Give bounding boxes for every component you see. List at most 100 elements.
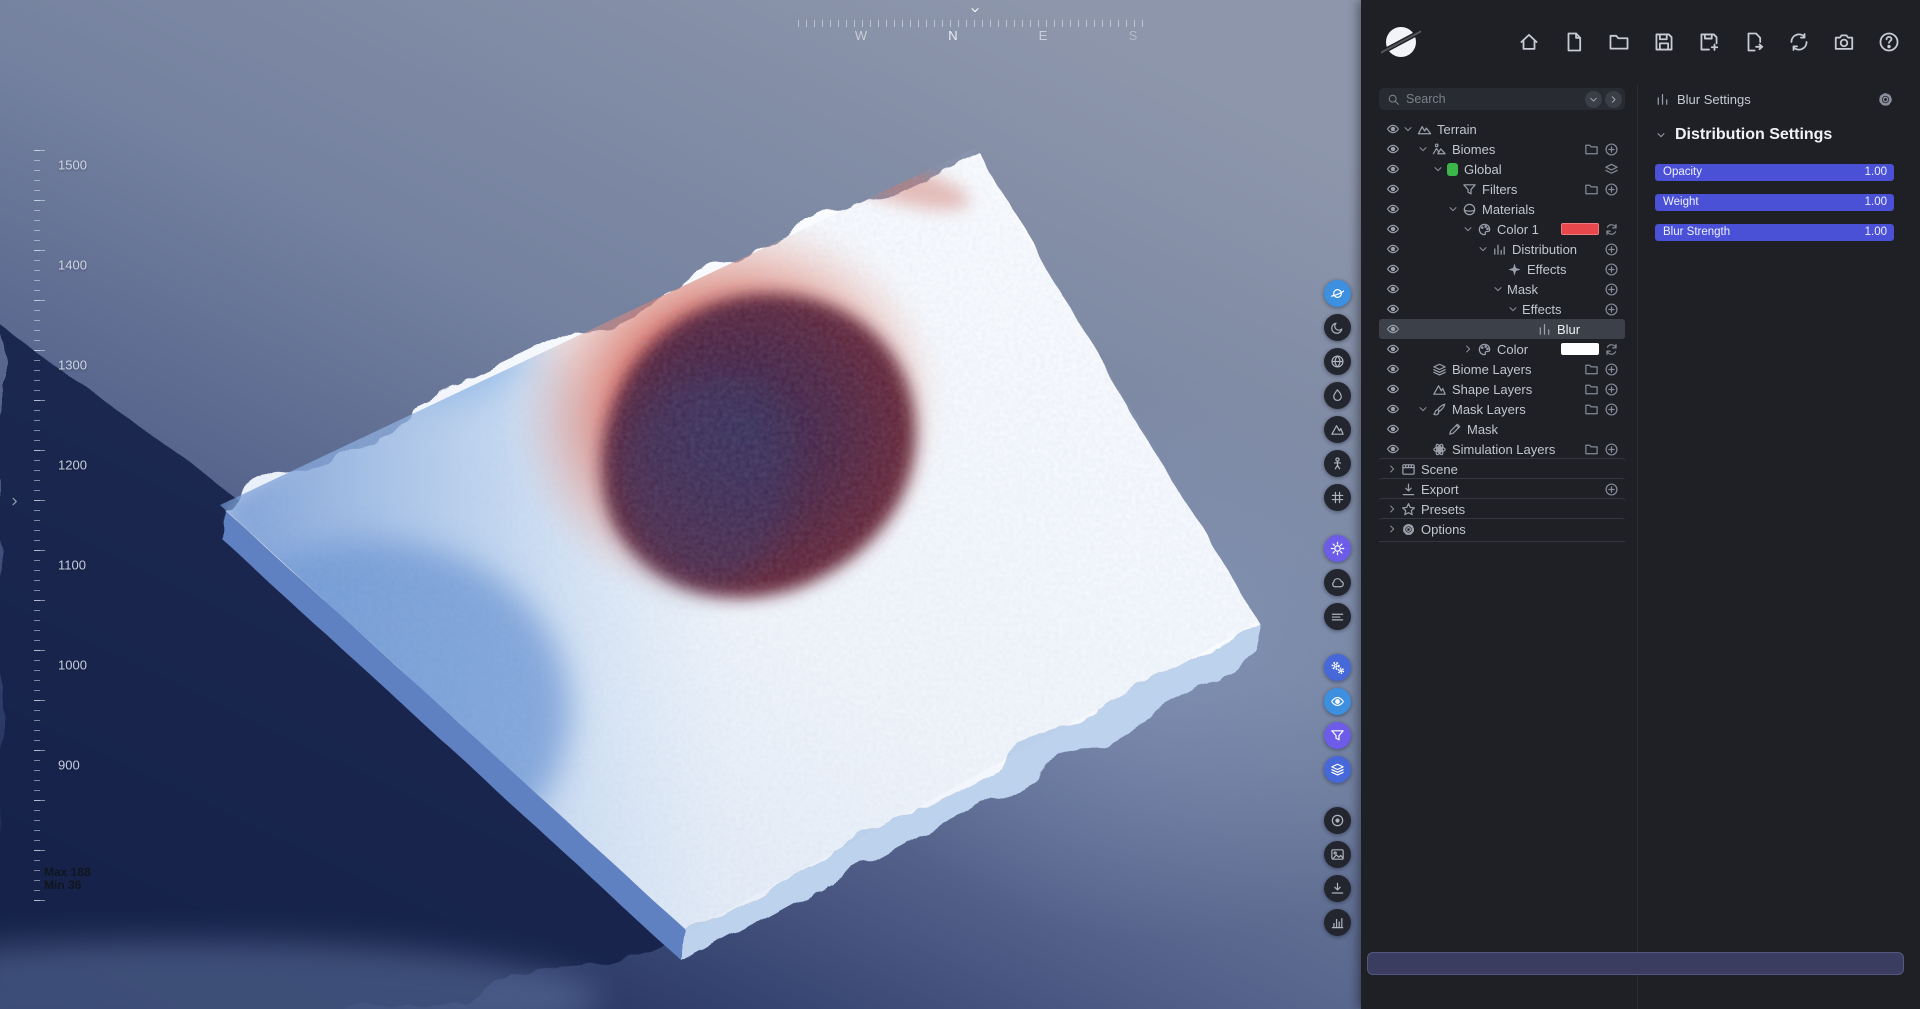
- chevron-down-icon[interactable]: [1462, 223, 1477, 236]
- tree-row-scene[interactable]: Scene: [1379, 459, 1625, 479]
- visibility-eye-icon[interactable]: [1386, 322, 1400, 336]
- blur-strength-slider[interactable]: Blur Strength 1.00: [1655, 224, 1894, 241]
- visibility-eye-icon[interactable]: [1386, 242, 1400, 256]
- home-button[interactable]: [1518, 31, 1540, 53]
- search-input[interactable]: [1406, 92, 1582, 106]
- reload-button[interactable]: [1788, 31, 1810, 53]
- tree-row-filters[interactable]: Filters: [1379, 179, 1625, 199]
- chevron-right-icon[interactable]: [1386, 463, 1401, 476]
- tree-row-effects[interactable]: Effects: [1379, 299, 1625, 319]
- toggle-filter-button[interactable]: [1324, 722, 1351, 749]
- save-project-as-button[interactable]: [1698, 31, 1720, 53]
- collapse-all-button[interactable]: [1585, 90, 1602, 108]
- toggle-layers-button[interactable]: [1324, 756, 1351, 783]
- tree-row-biome-layers[interactable]: Biome Layers: [1379, 359, 1625, 379]
- visibility-eye-icon[interactable]: [1386, 442, 1400, 456]
- toggle-processing-button[interactable]: [1324, 654, 1351, 681]
- tree-row-options[interactable]: Options: [1379, 519, 1625, 539]
- toggle-fog-button[interactable]: [1324, 603, 1351, 630]
- save-project-button[interactable]: [1653, 31, 1675, 53]
- folder-icon[interactable]: [1584, 182, 1599, 197]
- export-project-button[interactable]: [1743, 31, 1765, 53]
- view-water-button[interactable]: [1324, 382, 1351, 409]
- visibility-eye-icon[interactable]: [1386, 302, 1400, 316]
- capture-image-button[interactable]: [1324, 841, 1351, 868]
- chevron-down-icon[interactable]: [1417, 403, 1432, 416]
- section-distribution-settings[interactable]: Distribution Settings: [1655, 126, 1894, 144]
- opacity-slider[interactable]: Opacity 1.00: [1655, 164, 1894, 181]
- new-project-button[interactable]: [1563, 31, 1585, 53]
- plus-circle-icon[interactable]: [1604, 362, 1619, 377]
- tree-row-effects[interactable]: Effects: [1379, 259, 1625, 279]
- view-histogram-button[interactable]: [1324, 909, 1351, 936]
- visibility-eye-icon[interactable]: [1386, 262, 1400, 276]
- download-view-button[interactable]: [1324, 875, 1351, 902]
- view-character-button[interactable]: [1324, 450, 1351, 477]
- visibility-eye-icon[interactable]: [1386, 282, 1400, 296]
- view-shade-button[interactable]: [1324, 314, 1351, 341]
- tree-row-mask-layers[interactable]: Mask Layers: [1379, 399, 1625, 419]
- tree-row-mask[interactable]: Mask: [1379, 419, 1625, 439]
- visibility-eye-icon[interactable]: [1386, 382, 1400, 396]
- visibility-eye-icon[interactable]: [1386, 142, 1400, 156]
- refresh-icon[interactable]: [1604, 222, 1619, 237]
- focus-camera-button[interactable]: [1324, 807, 1351, 834]
- chevron-right-icon[interactable]: [1462, 343, 1477, 356]
- tree-row-color[interactable]: Color: [1379, 339, 1625, 359]
- open-project-button[interactable]: [1608, 31, 1630, 53]
- color-swatch[interactable]: [1561, 223, 1599, 235]
- tree-row-export[interactable]: Export: [1379, 479, 1625, 499]
- chevron-down-icon[interactable]: [1447, 203, 1462, 216]
- visibility-eye-icon[interactable]: [1386, 342, 1400, 356]
- plus-circle-icon[interactable]: [1604, 142, 1619, 157]
- tree-row-distribution[interactable]: Distribution: [1379, 239, 1625, 259]
- visibility-eye-icon[interactable]: [1386, 402, 1400, 416]
- tree-row-color-1[interactable]: Color 1: [1379, 219, 1625, 239]
- plus-circle-icon[interactable]: [1604, 442, 1619, 457]
- tree-row-materials[interactable]: Materials: [1379, 199, 1625, 219]
- chevron-down-icon[interactable]: [1492, 283, 1507, 296]
- toggle-sun-button[interactable]: [1324, 535, 1351, 562]
- plus-circle-icon[interactable]: [1604, 302, 1619, 317]
- color-swatch[interactable]: [1561, 343, 1599, 355]
- expand-all-button[interactable]: [1605, 90, 1622, 108]
- visibility-eye-icon[interactable]: [1386, 202, 1400, 216]
- folder-icon[interactable]: [1584, 442, 1599, 457]
- tree-row-shape-layers[interactable]: Shape Layers: [1379, 379, 1625, 399]
- tree-row-biomes[interactable]: Biomes: [1379, 139, 1625, 159]
- visibility-eye-icon[interactable]: [1386, 422, 1400, 436]
- chevron-down-icon[interactable]: [1507, 303, 1522, 316]
- help-button[interactable]: [1878, 31, 1900, 53]
- visibility-eye-icon[interactable]: [1386, 222, 1400, 236]
- folder-icon[interactable]: [1584, 142, 1599, 157]
- toggle-visibility-button[interactable]: [1324, 688, 1351, 715]
- visibility-eye-icon[interactable]: [1386, 162, 1400, 176]
- plus-circle-icon[interactable]: [1604, 262, 1619, 277]
- toggle-clouds-button[interactable]: [1324, 569, 1351, 596]
- view-terrain-button[interactable]: [1324, 416, 1351, 443]
- folder-icon[interactable]: [1584, 402, 1599, 417]
- visibility-eye-icon[interactable]: [1386, 362, 1400, 376]
- plus-circle-icon[interactable]: [1604, 382, 1619, 397]
- chevron-down-icon[interactable]: [1432, 163, 1447, 176]
- tree-row-simulation-layers[interactable]: Simulation Layers: [1379, 439, 1625, 459]
- plus-circle-icon[interactable]: [1604, 182, 1619, 197]
- chevron-right-icon[interactable]: [1386, 523, 1401, 536]
- left-panel-toggle[interactable]: [6, 492, 22, 514]
- chevron-down-icon[interactable]: [1402, 123, 1417, 136]
- tree-row-terrain[interactable]: Terrain: [1379, 119, 1625, 139]
- tree-row-presets[interactable]: Presets: [1379, 499, 1625, 519]
- folder-icon[interactable]: [1584, 382, 1599, 397]
- app-logo-icon[interactable]: [1376, 22, 1426, 62]
- chevron-right-icon[interactable]: [1386, 503, 1401, 516]
- plus-circle-icon[interactable]: [1604, 402, 1619, 417]
- tree-row-blur[interactable]: Blur: [1379, 319, 1625, 339]
- chevron-down-icon[interactable]: [1477, 243, 1492, 256]
- plus-circle-icon[interactable]: [1604, 282, 1619, 297]
- gear-icon[interactable]: [1877, 91, 1894, 108]
- view-planet-button[interactable]: [1324, 280, 1351, 307]
- view-globe-button[interactable]: [1324, 348, 1351, 375]
- weight-slider[interactable]: Weight 1.00: [1655, 194, 1894, 211]
- plus-circle-icon[interactable]: [1604, 482, 1619, 497]
- refresh-icon[interactable]: [1604, 342, 1619, 357]
